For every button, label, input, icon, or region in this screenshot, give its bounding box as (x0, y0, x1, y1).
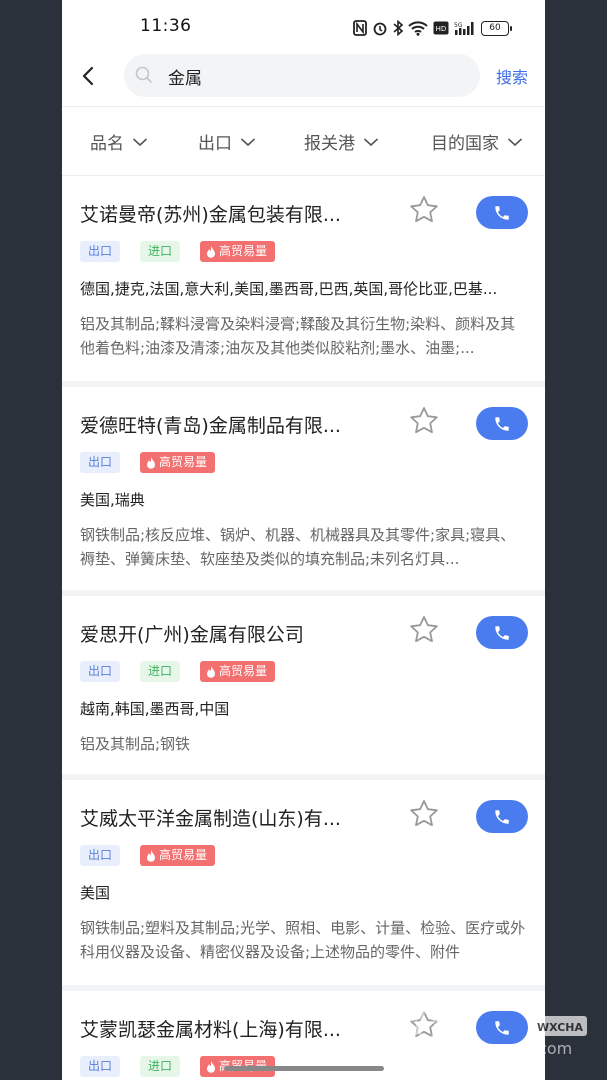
chevron-down-icon (240, 137, 256, 146)
company-card[interactable]: 艾威太平洋金属制造(山东)有... 出口 高贸易量 美国 钢铁制品;塑料及其制品… (62, 780, 545, 985)
call-button[interactable] (476, 616, 528, 649)
phone-icon (495, 809, 509, 824)
filter-label: 出口 (198, 134, 232, 154)
filter-bar: 品名 出口 报关港 目的国家 (62, 107, 545, 176)
home-indicator[interactable] (224, 1066, 384, 1071)
company-card[interactable]: 艾诺曼帝(苏州)金属包装有限... 出口 进口 高贸易量 德国,捷克,法国,意大… (62, 176, 545, 381)
fire-icon (207, 245, 216, 258)
status-icons: HD 5G 60 (353, 18, 512, 38)
high-volume-tag: 高贸易量 (140, 845, 216, 866)
call-button[interactable] (476, 196, 528, 229)
company-card[interactable]: 爱德旺特(青岛)金属制品有限... 出口 高贸易量 美国,瑞典 钢铁制品;核反应… (62, 387, 545, 590)
company-name: 爱思开(广州)金属有限公司 (80, 624, 304, 646)
filter-label: 报关港 (304, 134, 355, 154)
high-volume-tag: 高贸易量 (200, 661, 276, 682)
svg-text:HD: HD (436, 25, 447, 33)
company-name: 艾诺曼帝(苏州)金属包装有限... (80, 204, 341, 226)
search-input[interactable] (166, 62, 470, 90)
company-list: 艾诺曼帝(苏州)金属包装有限... 出口 进口 高贸易量 德国,捷克,法国,意大… (62, 176, 545, 1080)
company-card[interactable]: 爱思开(广州)金属有限公司 出口 进口 高贸易量 越南,韩国,墨西哥,中国 铝及… (62, 596, 545, 774)
fire-icon (147, 456, 156, 469)
company-name: 爱德旺特(青岛)金属制品有限... (80, 415, 341, 437)
filter-label: 目的国家 (431, 134, 499, 154)
product-categories: 钢铁制品;塑料及其制品;光学、照相、电影、计量、检验、医疗或外科用仪器及设备、精… (80, 919, 526, 961)
star-icon[interactable] (408, 798, 440, 830)
search-header: 搜索 (62, 54, 545, 106)
filter-trade-direction[interactable]: 出口 (198, 129, 256, 154)
fire-icon (147, 849, 156, 862)
tag-group: 出口 进口 高贸易量 (80, 241, 276, 262)
phone-icon (495, 205, 509, 220)
search-button[interactable]: 搜索 (496, 64, 528, 88)
tag-label: 高贸易量 (219, 664, 268, 678)
tag-label: 高贸易量 (159, 848, 208, 862)
product-categories: 铝及其制品;钢铁 (80, 735, 191, 753)
watermark-sub: WXCHA (537, 1021, 584, 1034)
export-tag: 出口 (80, 1056, 121, 1077)
chevron-down-icon (363, 137, 379, 146)
company-name: 艾蒙凯瑟金属材料(上海)有限... (80, 1019, 341, 1041)
bluetooth-icon (393, 20, 403, 36)
export-tag: 出口 (80, 241, 121, 262)
back-arrow-icon[interactable] (78, 64, 98, 88)
filter-product-name[interactable]: 品名 (90, 129, 148, 154)
svg-text:5G: 5G (454, 22, 463, 29)
export-tag: 出口 (80, 661, 121, 682)
destination-countries: 越南,韩国,墨西哥,中国 (80, 700, 230, 718)
chevron-down-icon (132, 137, 148, 146)
destination-countries: 美国,瑞典 (80, 491, 145, 509)
call-button[interactable] (476, 407, 528, 440)
phone-icon (495, 416, 509, 431)
product-categories: 铝及其制品;鞣料浸膏及染料浸膏;鞣酸及其衍生物;染料、颜料及其他着色料;油漆及清… (80, 315, 516, 357)
nfc-icon (353, 20, 367, 36)
call-button[interactable] (476, 800, 528, 833)
import-tag: 进口 (140, 661, 181, 682)
alarm-icon (373, 22, 387, 36)
import-tag: 进口 (140, 241, 181, 262)
search-box[interactable] (124, 54, 480, 97)
watermark-logo: 微茶 WXCHA .com (383, 986, 593, 1070)
destination-countries: 德国,捷克,法国,意大利,美国,墨西哥,巴西,英国,哥伦比亚,巴基... (80, 280, 498, 298)
hd-icon: HD (433, 21, 449, 35)
watermark-domain: .com (533, 1039, 572, 1058)
search-icon (135, 66, 152, 83)
import-tag: 进口 (140, 1056, 181, 1077)
battery-icon: 60 (481, 20, 512, 36)
filter-label: 品名 (90, 134, 124, 154)
phone-screen: 11:36 HD 5G 60 搜索 品名 出口 报关港 (62, 0, 545, 1080)
filter-customs-port[interactable]: 报关港 (304, 129, 379, 154)
export-tag: 出口 (80, 452, 121, 473)
company-name: 艾威太平洋金属制造(山东)有... (80, 808, 341, 830)
tag-label: 高贸易量 (219, 244, 268, 258)
star-icon[interactable] (408, 194, 440, 226)
filter-destination-country[interactable]: 目的国家 (431, 129, 523, 154)
status-bar: 11:36 HD 5G 60 (62, 0, 545, 54)
wifi-icon (408, 21, 428, 36)
phone-icon (495, 625, 509, 640)
fire-icon (207, 665, 216, 678)
high-volume-tag: 高贸易量 (140, 452, 216, 473)
destination-countries: 美国 (80, 884, 111, 902)
star-icon[interactable] (408, 614, 440, 646)
fire-icon (207, 1060, 216, 1073)
export-tag: 出口 (80, 845, 121, 866)
chevron-down-icon (507, 137, 523, 146)
status-time: 11:36 (140, 16, 192, 36)
signal-icon: 5G (454, 22, 474, 35)
tag-group: 出口 高贸易量 (80, 845, 216, 866)
star-icon[interactable] (408, 405, 440, 437)
tag-group: 出口 高贸易量 (80, 452, 216, 473)
tag-group: 出口 进口 高贸易量 (80, 661, 276, 682)
product-categories: 钢铁制品;核反应堆、锅炉、机器、机械器具及其零件;家具;寝具、褥垫、弹簧床垫、软… (80, 526, 516, 568)
tag-label: 高贸易量 (159, 455, 208, 469)
watermark-text: 微茶 (387, 1000, 467, 1046)
high-volume-tag: 高贸易量 (200, 241, 276, 262)
